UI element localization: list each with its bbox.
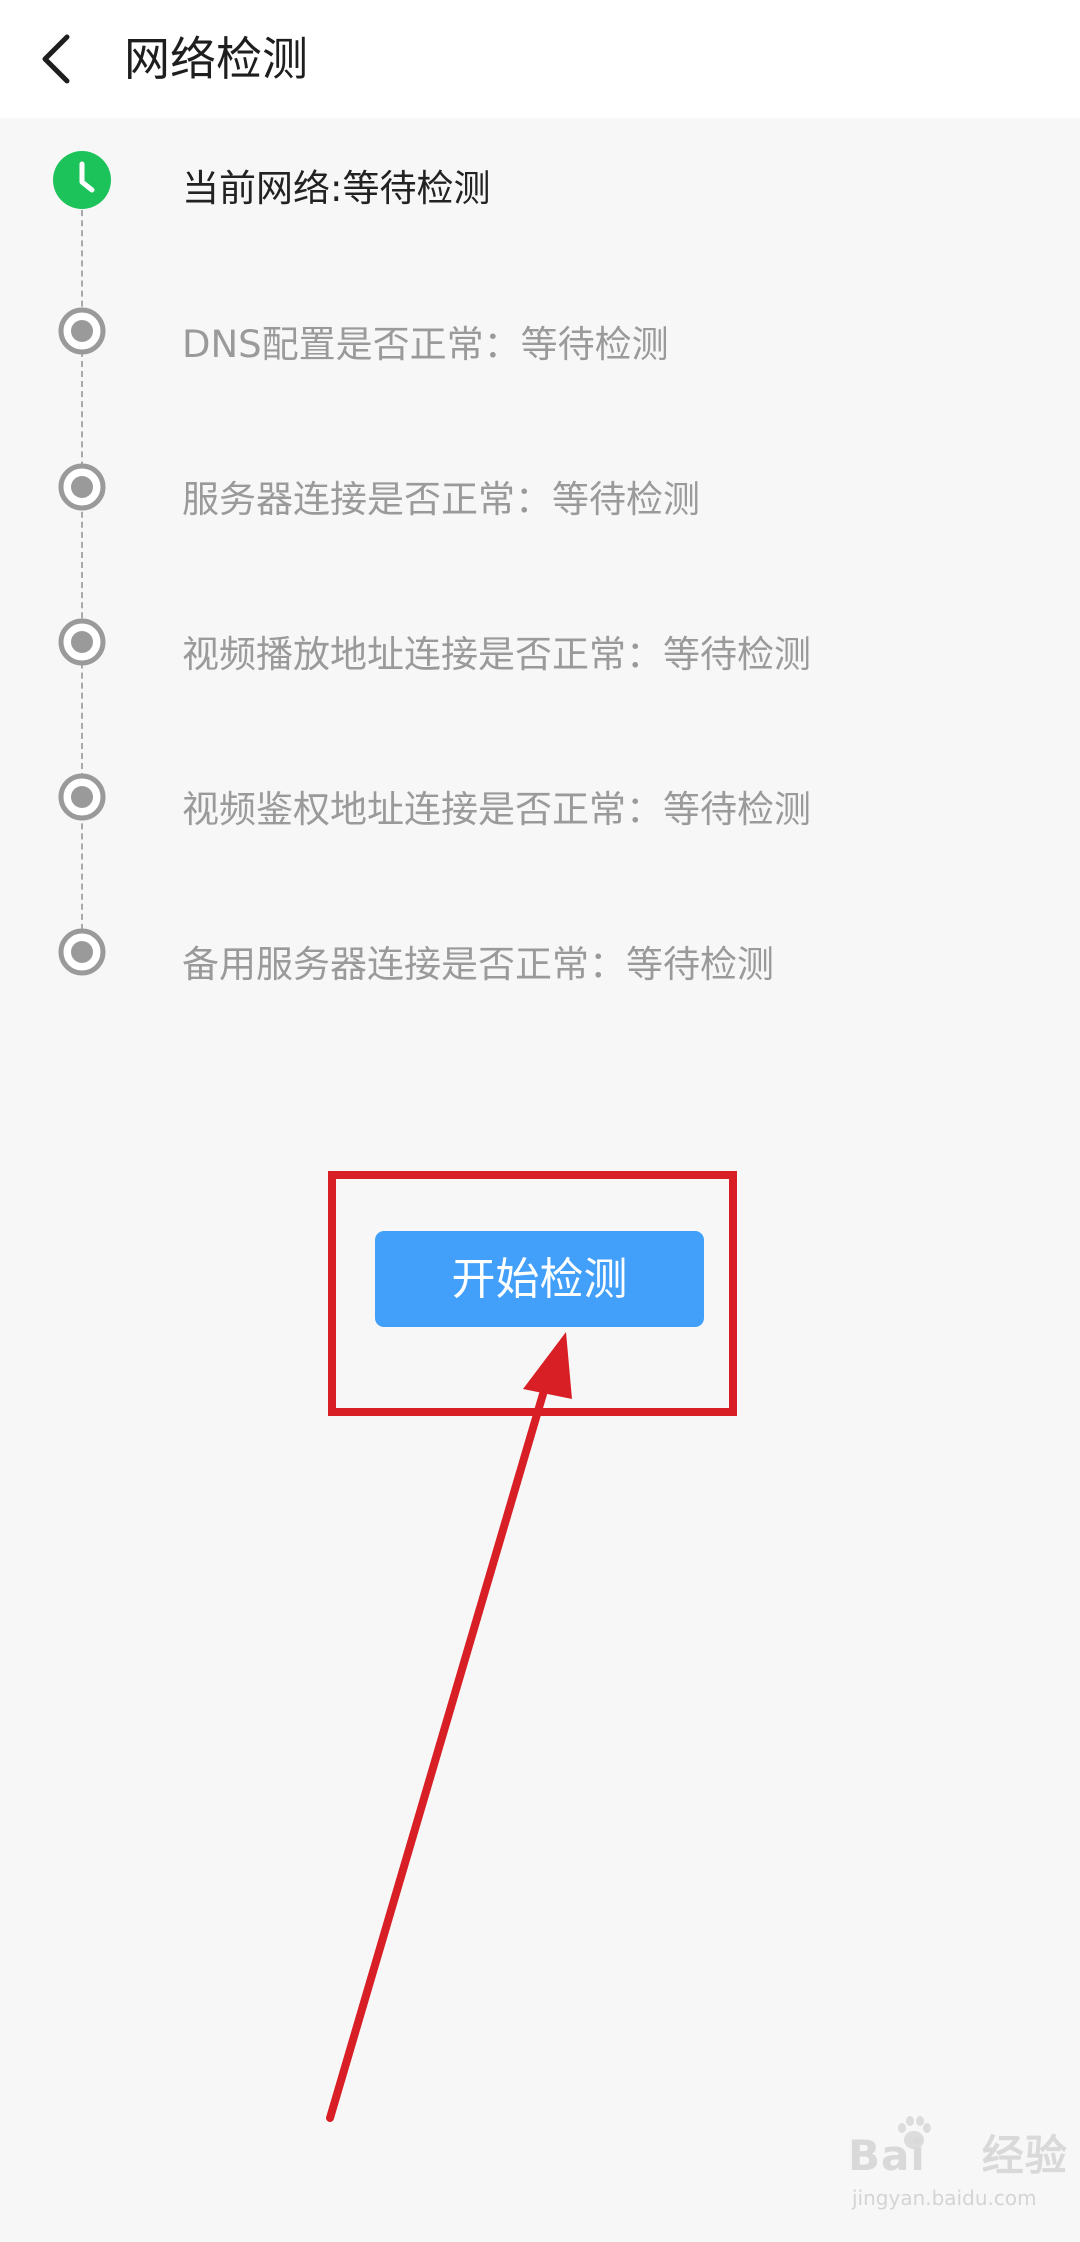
watermark-brand-tail: 经验	[981, 2131, 1068, 2180]
baidu-jingyan-watermark: Bai 经验 jingyan.baidu.com	[822, 2116, 1068, 2218]
watermark-brand-prefix: Bai	[848, 2131, 926, 2180]
watermark-url: jingyan.baidu.com	[852, 2186, 1037, 2210]
watermark-brand: Bai 经验	[848, 2122, 1068, 2183]
annotation-arrow	[326, 1332, 572, 2122]
